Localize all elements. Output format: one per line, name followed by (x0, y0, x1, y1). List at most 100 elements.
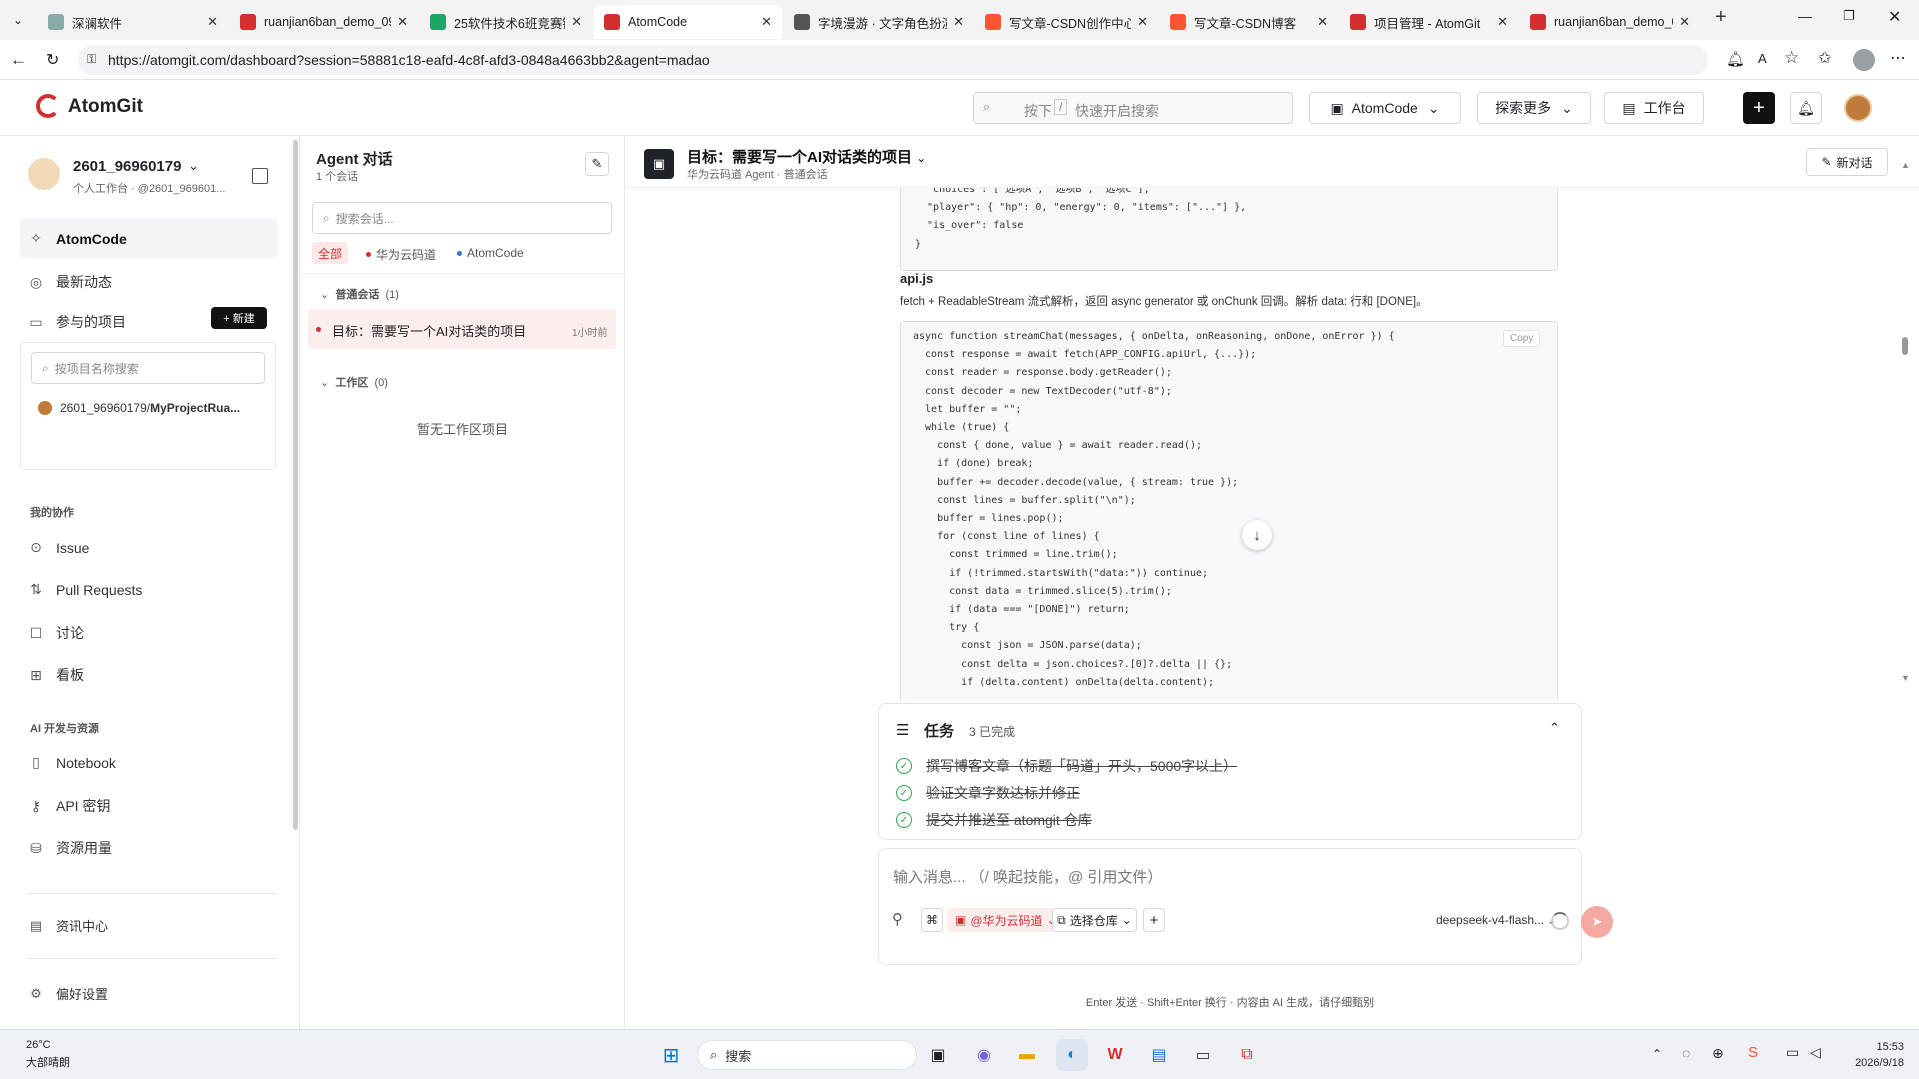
group-normal-header[interactable]: ⌄ 普通会话 (1) (320, 286, 399, 302)
browser-tab[interactable]: 写文章-CSDN创作中心 ✕ (975, 5, 1158, 39)
clock-date[interactable]: 2026/9/18 (1834, 1057, 1904, 1069)
nav-news[interactable]: ▤ 资讯中心 (28, 916, 108, 935)
project-search-input[interactable]: ⌕ 按项目名称搜索 (31, 352, 265, 384)
reload-icon[interactable]: ↻ (46, 50, 59, 70)
collapse-sidebar-icon[interactable] (252, 168, 268, 184)
nav-resource-usage[interactable]: ⛁ 资源用量 (28, 838, 112, 858)
filter-all[interactable]: 全部 (312, 242, 349, 264)
close-tab-icon[interactable]: ✕ (207, 14, 218, 30)
global-search-input[interactable]: ⌕ 按下 / 快速开启搜索 (973, 92, 1293, 124)
nav-discussions[interactable]: ☐ 讨论 (28, 623, 84, 643)
browser-tab[interactable]: 写文章-CSDN博客 ✕ (1160, 5, 1338, 39)
more-menu-icon[interactable]: ⋯ (1890, 48, 1906, 68)
nav-preferences[interactable]: ⚙ 偏好设置 (28, 984, 108, 1003)
site-info-icon[interactable]: ⚿ (87, 52, 96, 67)
copilot-app-icon[interactable]: ◉ (968, 1039, 1000, 1071)
nav-api-keys[interactable]: ⚷ API 密钥 (28, 796, 111, 816)
model-selector[interactable]: deepseek-v4-flash... ⌄ (1436, 913, 1556, 927)
send-button[interactable]: ➤ (1581, 906, 1613, 938)
filter-huawei[interactable]: 华为云码道 (366, 246, 436, 263)
project-item[interactable]: 2601_96960179/MyProjectRua... (38, 401, 240, 415)
ime-icon[interactable]: ⊕ (1712, 1045, 1724, 1062)
windows-start-icon[interactable]: ⊞ (655, 1039, 687, 1071)
username[interactable]: 2601_96960179 (73, 158, 181, 175)
bell-icon[interactable]: 🔔︎ (1790, 92, 1822, 124)
nav-notebook[interactable]: ▯ Notebook (28, 754, 116, 771)
browser-tab[interactable]: 字境漫游 · 文字角色扮演 ✕ (784, 5, 974, 39)
weather-desc[interactable]: 大部晴朗 (26, 1054, 70, 1070)
taskbar-search[interactable]: ⌕ 搜索 (697, 1040, 917, 1070)
close-tab-icon[interactable]: ✕ (397, 14, 408, 30)
bookmark-star-icon[interactable]: ☆ (1784, 48, 1799, 68)
chat-title[interactable]: 目标：需要写一个AI对话类的项目 ⌄ (687, 146, 926, 167)
close-tab-icon[interactable]: ✕ (761, 14, 772, 30)
nav-pull-requests[interactable]: ⇅ Pull Requests (28, 581, 142, 598)
collapse-chevron-icon[interactable]: ⌃ (1549, 720, 1560, 736)
close-window-button[interactable]: ✕ (1888, 7, 1901, 27)
edit-icon[interactable]: ✎ (585, 152, 609, 176)
select-repo-button[interactable]: ⧉ 选择仓库 ⌄ (1052, 908, 1137, 932)
maximize-button[interactable]: ❐ (1843, 8, 1855, 24)
tray-expand-icon[interactable]: ⌃ (1652, 1047, 1662, 1061)
browser-tab[interactable]: ruanjian6ban_demo_09 ✕ (230, 5, 418, 39)
chevron-down-icon[interactable]: ⌄ (188, 158, 199, 174)
close-tab-icon[interactable]: ✕ (953, 14, 964, 30)
task-view-icon[interactable]: ▣ (922, 1039, 954, 1071)
app-logo-text[interactable]: AtomGit (68, 96, 143, 118)
browser-tab[interactable]: AtomCode ✕ (594, 5, 782, 39)
command-icon[interactable]: ⌘ (921, 908, 943, 932)
favorites-icon[interactable]: ✩ (1818, 48, 1831, 68)
filter-atomcode[interactable]: AtomCode (457, 246, 524, 260)
nav-atomcode[interactable]: ✧ AtomCode (28, 230, 127, 247)
scroll-down-button[interactable]: ↓ (1242, 520, 1272, 550)
agent-chip-huawei[interactable]: ▣@华为云码道⌄ (947, 908, 1065, 932)
notepad-icon[interactable]: ▤ (1143, 1039, 1175, 1071)
close-tab-icon[interactable]: ✕ (571, 14, 582, 30)
browser-tab[interactable]: ruanjian6ban_demo_09 ✕ (1520, 5, 1700, 39)
create-plus-button[interactable]: + (1743, 92, 1775, 124)
profile-avatar[interactable] (1853, 49, 1875, 71)
browser-tab[interactable]: 25软件技术6班竞赛链接 ✕ (420, 5, 592, 39)
new-chat-button[interactable]: ✎ 新对话 (1806, 148, 1888, 176)
close-tab-icon[interactable]: ✕ (1497, 14, 1508, 30)
terminal-icon[interactable]: ▭ (1187, 1039, 1219, 1071)
volume-icon[interactable]: ◁ (1810, 1044, 1821, 1061)
app-icon[interactable]: ⧉ (1231, 1039, 1263, 1071)
scroll-up-arrow[interactable]: ▲ (1901, 160, 1910, 170)
close-tab-icon[interactable]: ✕ (1137, 14, 1148, 30)
tray-app-icon[interactable]: S (1748, 1044, 1758, 1061)
nav-projects[interactable]: ▭ 参与的项目 (28, 312, 126, 332)
nav-board[interactable]: ⊞ 看板 (28, 665, 84, 685)
notifications-icon[interactable]: 🔔︎ (1726, 50, 1745, 68)
chat-scrollbar-thumb[interactable] (1902, 337, 1908, 355)
read-aloud-icon[interactable]: A (1758, 51, 1767, 66)
url-field[interactable]: ⚿ https://atomgit.com/dashboard?session=… (78, 45, 1708, 75)
weather-temp[interactable]: 26°C (26, 1039, 51, 1051)
new-project-button[interactable]: + 新建 (211, 307, 267, 329)
sidebar-scrollbar[interactable] (293, 140, 298, 830)
explore-more-button[interactable]: 探索更多 ⌄ (1477, 92, 1591, 124)
close-tab-icon[interactable]: ✕ (1679, 14, 1690, 30)
close-tab-icon[interactable]: ✕ (1317, 14, 1328, 30)
display-icon[interactable]: ▭ (1786, 1044, 1799, 1061)
session-item[interactable]: 目标：需要写一个AI对话类的项目 1小时前 (308, 309, 616, 349)
nav-latest[interactable]: ◎ 最新动态 (28, 272, 112, 292)
browser-tab[interactable]: 深澜软件 ✕ (38, 5, 228, 39)
copy-button[interactable]: Copy (1503, 330, 1541, 347)
minimize-button[interactable]: — (1798, 8, 1812, 24)
new-tab-button[interactable]: + (1715, 6, 1727, 29)
edge-browser-icon[interactable]: ◐ (1056, 1039, 1088, 1071)
attach-icon[interactable]: ⚲ (892, 910, 903, 928)
session-search-input[interactable]: ⌕ 搜索会话... (312, 202, 612, 234)
group-workspace-header[interactable]: ⌄ 工作区 (0) (320, 374, 388, 390)
file-explorer-icon[interactable]: ▬ (1011, 1039, 1043, 1071)
add-context-button[interactable]: + (1143, 908, 1165, 932)
user-avatar[interactable] (28, 158, 60, 190)
scroll-down-arrow[interactable]: ▼ (1901, 673, 1910, 683)
message-input[interactable]: 输入消息... （/ 唤起技能，@ 引用文件） (893, 866, 1162, 887)
network-icon[interactable]: ◌ (1682, 1045, 1690, 1061)
user-avatar[interactable] (1844, 94, 1872, 122)
clock-time[interactable]: 15:53 (1854, 1041, 1904, 1053)
tab-list-dropdown-icon[interactable]: ⌄ (6, 8, 30, 32)
atomcode-dropdown-button[interactable]: ▣ AtomCode ⌄ (1309, 92, 1461, 124)
